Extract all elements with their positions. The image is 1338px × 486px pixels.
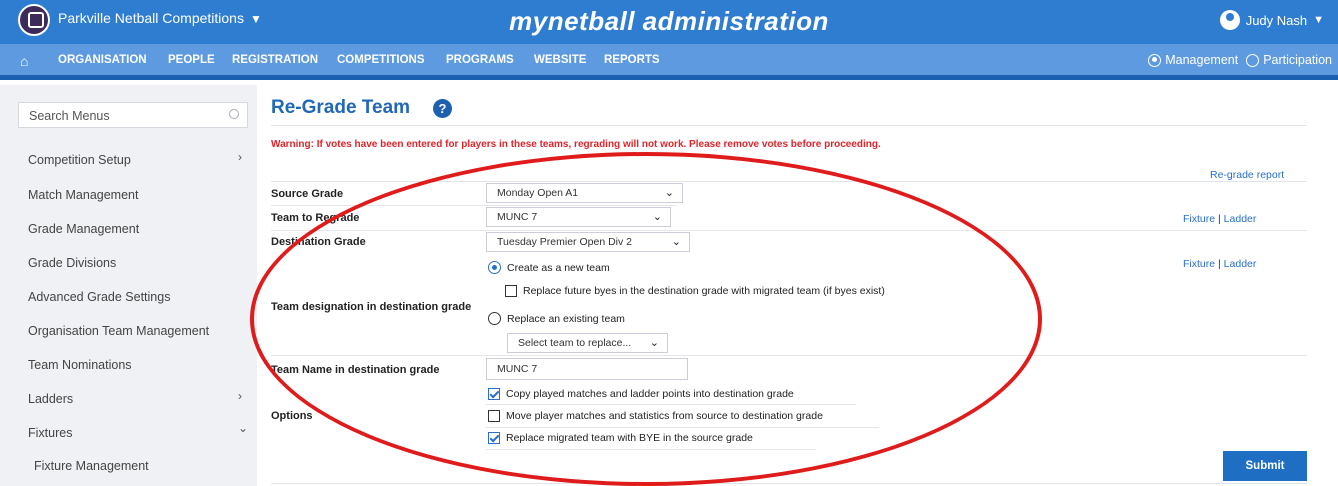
mode-participation-radio[interactable]	[1246, 53, 1260, 67]
replace-existing-radio[interactable]	[488, 312, 501, 325]
divider	[271, 125, 1307, 126]
fixture-link[interactable]: Fixture	[1183, 258, 1215, 270]
nav-programs[interactable]: PROGRAMS	[446, 54, 514, 66]
sidebar-item-ladders[interactable]: Ladders	[28, 392, 73, 406]
chevron-right-icon: ›	[238, 389, 242, 403]
link-separator: |	[1218, 213, 1221, 225]
options-label: Options	[271, 410, 313, 422]
sidebar-item-fixtures[interactable]: Fixtures	[28, 426, 72, 440]
divider	[486, 404, 856, 405]
nav-competitions[interactable]: COMPETITIONS	[337, 54, 425, 66]
sidebar-item-grade-divisions[interactable]: Grade Divisions	[28, 256, 116, 270]
sidebar-item-team-nominations[interactable]: Team Nominations	[28, 358, 132, 372]
create-new-team-radio[interactable]	[488, 261, 501, 274]
copy-played-checkbox[interactable]	[488, 388, 500, 400]
nav-reports[interactable]: REPORTS	[604, 54, 660, 66]
source-grade-label: Source Grade	[271, 188, 344, 200]
move-player-label: Move player matches and statistics from …	[506, 410, 823, 422]
team-to-regrade-value: MUNC 7	[497, 211, 538, 223]
regrade-report-link[interactable]: Re-grade report	[1210, 169, 1284, 181]
destination-grade-value: Tuesday Premier Open Div 2	[497, 236, 632, 248]
replace-bye-label: Replace migrated team with BYE in the so…	[506, 432, 753, 444]
select-team-placeholder: Select team to replace...	[518, 337, 632, 349]
nav-people[interactable]: PEOPLE	[168, 54, 215, 66]
team-name-value: MUNC 7	[497, 363, 538, 375]
copy-played-label: Copy played matches and ladder points in…	[506, 388, 794, 400]
fixture-link[interactable]: Fixture	[1183, 213, 1215, 225]
nav-registration[interactable]: REGISTRATION	[232, 54, 318, 66]
destination-grade-label: Destination Grade	[271, 236, 366, 248]
fixture-ladder-links: Fixture | Ladder	[1183, 213, 1256, 225]
source-grade-select[interactable]: Monday Open A1 ⌄	[486, 183, 683, 203]
top-bar: Parkville Netball Competitions ▼ mynetbal…	[0, 0, 1338, 44]
sidebar-item-competition-setup[interactable]: Competition Setup	[28, 153, 131, 167]
chevron-right-icon: ›	[238, 150, 242, 164]
sidebar-item-advanced-grade-settings[interactable]: Advanced Grade Settings	[28, 290, 170, 304]
main-nav: ⌂ ORGANISATION PEOPLE REGISTRATION COMPE…	[0, 44, 1338, 80]
user-name: Judy Nash	[1245, 12, 1308, 28]
ladder-link[interactable]: Ladder	[1224, 258, 1257, 270]
chevron-down-icon: ⌄	[652, 211, 662, 223]
sidebar-item-match-management[interactable]: Match Management	[28, 188, 138, 202]
select-team-to-replace[interactable]: Select team to replace... ⌄	[507, 333, 668, 353]
option-move-player[interactable]: Move player matches and statistics from …	[488, 410, 823, 422]
team-name-input[interactable]: MUNC 7	[486, 358, 688, 380]
fixture-ladder-links: Fixture | Ladder	[1183, 258, 1256, 270]
create-new-team-label: Create as a new team	[507, 261, 610, 274]
replace-byes-label: Replace future byes in the destination g…	[523, 285, 885, 297]
link-separator: |	[1218, 258, 1221, 270]
sidebar-item-fixture-management[interactable]: Fixture Management	[34, 459, 149, 473]
search-icon	[229, 109, 239, 119]
replace-byes-option[interactable]: Replace future byes in the destination g…	[505, 285, 885, 297]
chevron-down-icon: ▼	[1313, 14, 1324, 26]
sidebar: Search Menus Competition Setup › Match M…	[0, 85, 257, 486]
chevron-down-icon: ⌄	[671, 236, 681, 248]
divider	[486, 427, 879, 428]
team-designation-label: Team designation in destination grade	[271, 301, 472, 313]
nav-organisation[interactable]: ORGANISATION	[58, 54, 147, 66]
nav-website[interactable]: WEBSITE	[534, 54, 586, 66]
warning-text: Warning: If votes have been entered for …	[271, 139, 881, 150]
ladder-link[interactable]: Ladder	[1224, 213, 1257, 225]
replace-bye-checkbox[interactable]	[488, 432, 500, 444]
help-icon[interactable]: ?	[433, 99, 452, 118]
user-icon	[1219, 10, 1240, 30]
search-placeholder: Search Menus	[29, 109, 110, 123]
mode-management-radio[interactable]	[1148, 53, 1162, 67]
page-title: Re-Grade Team	[271, 97, 411, 118]
mode-participation-label[interactable]: Participation	[1263, 53, 1332, 67]
replace-existing-option[interactable]: Replace an existing team	[488, 312, 625, 325]
destination-grade-select[interactable]: Tuesday Premier Open Div 2 ⌄	[486, 232, 690, 252]
sidebar-item-organisation-team-management[interactable]: Organisation Team Management	[28, 324, 209, 338]
mode-toggle: Management Participation	[1148, 53, 1332, 67]
team-to-regrade-select[interactable]: MUNC 7 ⌄	[486, 207, 671, 227]
team-to-regrade-label: Team to Regrade	[271, 212, 360, 224]
source-grade-value: Monday Open A1	[497, 187, 579, 199]
chevron-down-icon: ⌄	[649, 337, 659, 349]
option-copy-played[interactable]: Copy played matches and ladder points in…	[488, 388, 794, 400]
home-icon[interactable]: ⌂	[20, 53, 28, 69]
divider	[486, 449, 816, 450]
option-replace-bye[interactable]: Replace migrated team with BYE in the so…	[488, 432, 753, 444]
divider	[271, 230, 1307, 231]
user-menu[interactable]: Judy Nash ▼	[1219, 10, 1324, 30]
divider	[271, 205, 676, 206]
search-input[interactable]: Search Menus	[18, 102, 248, 128]
main-content: Re-Grade Team ? Warning: If votes have b…	[257, 85, 1338, 486]
replace-existing-label: Replace an existing team	[507, 312, 625, 325]
replace-byes-checkbox[interactable]	[505, 285, 517, 297]
submit-button[interactable]: Submit	[1223, 451, 1307, 481]
create-new-team-option[interactable]: Create as a new team	[488, 261, 610, 274]
chevron-down-icon: ⌄	[238, 421, 249, 435]
sidebar-item-grade-management[interactable]: Grade Management	[28, 222, 139, 236]
mode-management-label[interactable]: Management	[1165, 53, 1238, 67]
team-name-label: Team Name in destination grade	[271, 364, 440, 376]
app-title: mynetball administration	[509, 6, 829, 36]
chevron-down-icon: ⌄	[664, 187, 674, 199]
divider	[271, 355, 1307, 356]
divider	[271, 181, 1307, 182]
move-player-checkbox[interactable]	[488, 410, 500, 422]
divider	[271, 483, 1307, 484]
